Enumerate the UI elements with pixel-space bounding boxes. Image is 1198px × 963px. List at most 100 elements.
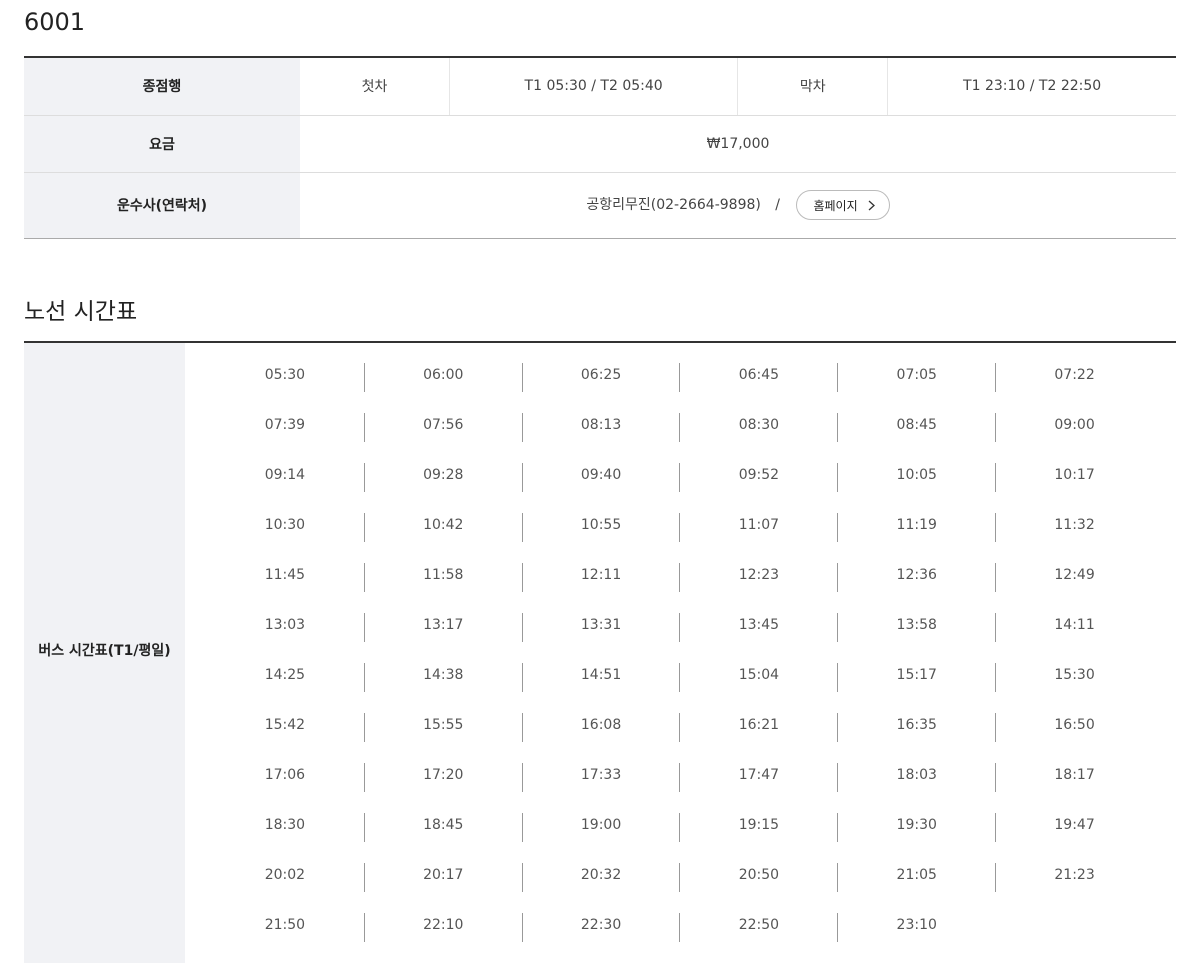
- departure-time: 14:51: [521, 663, 680, 692]
- departure-time: 20:02: [264, 867, 306, 883]
- timetable-grid: 05:30 06:00 06:25 06:45 07:05 07:22 07:39 07:56…: [206, 363, 1153, 963]
- timetable-row: 15:42 15:55 16:08 16:21 16:35 16:50: [206, 713, 1153, 763]
- departure-time: 11:07: [679, 513, 837, 542]
- departure-time: 18:17: [995, 763, 1153, 792]
- departure-time: 17:47: [679, 763, 837, 792]
- departure-time: 19:15: [679, 813, 837, 842]
- departure-time: 08:13: [521, 413, 680, 442]
- last-bus-time: T1 23:10 / T2 22:50: [887, 57, 1176, 116]
- timetable-header: 버스 시간표(T1/평일): [24, 343, 185, 963]
- departure-time: 10:55: [521, 513, 680, 542]
- section-title: 노선 시간표: [24, 299, 138, 325]
- departure-time: 22:30: [521, 913, 680, 942]
- departure-time: 20:50: [679, 863, 837, 892]
- departure-time: 07:05: [837, 363, 995, 392]
- timetable-row: 05:30 06:00 06:25 06:45 07:05 07:22: [206, 363, 1153, 413]
- departure-time: 08:30: [679, 413, 837, 442]
- departure-time: 21:50: [264, 917, 306, 933]
- departure-time: 10:05: [837, 463, 995, 492]
- homepage-button[interactable]: 홈페이지: [796, 190, 890, 220]
- departure-time: 11:58: [363, 563, 522, 592]
- departure-time: 15:17: [837, 663, 995, 692]
- departure-time: 20:17: [363, 863, 522, 892]
- departure-time: 17:33: [521, 763, 680, 792]
- operator-row: 운수사(연락처) 공항리무진(02-2664-9898) / 홈페이지: [24, 172, 1176, 239]
- departure-time: 12:36: [837, 563, 995, 592]
- first-bus-label: 첫차: [300, 57, 450, 116]
- timetable-header-label: 버스 시간표(T1/평일): [38, 643, 171, 659]
- departure-time: 09:40: [521, 463, 680, 492]
- fare-row: 요금 ₩17,000: [24, 115, 1176, 173]
- departure-time: 16:21: [679, 713, 837, 742]
- departure-time: 06:25: [521, 363, 680, 392]
- departure-time: 16:35: [837, 713, 995, 742]
- departure-time: 15:42: [264, 717, 306, 733]
- route-number: 6001: [24, 8, 86, 36]
- timetable: 버스 시간표(T1/평일) 05:30 06:00 06:25 06:45 07:05 0…: [24, 341, 1176, 963]
- terminal-row: 종점행 첫차 T1 05:30 / T2 05:40 막차 T1 23:10 /…: [24, 57, 1176, 116]
- departure-time: 10:30: [264, 517, 306, 533]
- chevron-right-icon: [868, 200, 875, 210]
- departure-time: 19:30: [837, 813, 995, 842]
- departure-time: 11:32: [995, 513, 1153, 542]
- timetable-row: 10:30 10:42 10:55 11:07 11:19 11:32: [206, 513, 1153, 563]
- departure-time: 08:45: [837, 413, 995, 442]
- departure-time: 12:11: [521, 563, 680, 592]
- departure-time: 13:31: [521, 613, 680, 642]
- departure-time: 21:23: [995, 863, 1153, 892]
- timetable-row: 20:02 20:17 20:32 20:50 21:05 21:23: [206, 863, 1153, 913]
- operator-cell: 공항리무진(02-2664-9898) / 홈페이지: [300, 172, 1176, 239]
- departure-time: 05:30: [264, 367, 306, 383]
- fare-label: 요금: [24, 115, 300, 173]
- departure-time: 11:19: [837, 513, 995, 542]
- departure-time: 16:08: [521, 713, 680, 742]
- departure-time: 09:14: [264, 467, 306, 483]
- departure-time: 09:52: [679, 463, 837, 492]
- departure-time: 22:10: [363, 913, 522, 942]
- departure-time: 22:50: [679, 913, 837, 942]
- departure-time: 20:32: [521, 863, 680, 892]
- departure-time: 10:17: [995, 463, 1153, 492]
- departure-time: 06:45: [679, 363, 837, 392]
- departure-time: 19:00: [521, 813, 680, 842]
- departure-time: 12:23: [679, 563, 837, 592]
- departure-time: 11:45: [264, 567, 306, 583]
- departure-time: 15:55: [363, 713, 522, 742]
- route-info-table: 종점행 첫차 T1 05:30 / T2 05:40 막차 T1 23:10 /…: [24, 56, 1176, 239]
- departure-time: 15:04: [679, 663, 837, 692]
- departure-time: 19:47: [995, 813, 1153, 842]
- departure-time: 18:03: [837, 763, 995, 792]
- departure-time: 13:17: [363, 613, 522, 642]
- timetable-row: 14:25 14:38 14:51 15:04 15:17 15:30: [206, 663, 1153, 713]
- departure-time: 18:45: [363, 813, 522, 842]
- timetable-row: 09:14 09:28 09:40 09:52 10:05 10:17: [206, 463, 1153, 513]
- operator-separator: /: [775, 197, 781, 213]
- departure-time: 09:00: [995, 413, 1153, 442]
- timetable-row: 18:30 18:45 19:00 19:15 19:30 19:47: [206, 813, 1153, 863]
- departure-time: 07:22: [995, 363, 1153, 392]
- fare-value: ₩17,000: [300, 115, 1176, 173]
- departure-time: 14:11: [995, 613, 1153, 642]
- departure-time: 09:28: [363, 463, 522, 492]
- homepage-button-label: 홈페이지: [813, 198, 858, 213]
- departure-time: 17:06: [264, 767, 306, 783]
- departure-time: 07:56: [363, 413, 522, 442]
- departure-time: 13:03: [264, 617, 306, 633]
- departure-time: 12:49: [995, 563, 1153, 592]
- last-bus-label: 막차: [737, 57, 889, 116]
- timetable-row: 13:03 13:17 13:31 13:45 13:58 14:11: [206, 613, 1153, 663]
- departure-time: 17:20: [363, 763, 522, 792]
- departure-time: 14:38: [363, 663, 522, 692]
- departure-time: 07:39: [264, 417, 306, 433]
- departure-time: 16:50: [995, 713, 1153, 742]
- empty-cell: [995, 913, 1153, 942]
- operator-label: 운수사(연락처): [24, 172, 300, 239]
- operator-value: 공항리무진(02-2664-9898): [586, 197, 761, 213]
- terminal-label: 종점행: [24, 57, 300, 116]
- departure-time: 14:25: [264, 667, 306, 683]
- departure-time: 21:05: [837, 863, 995, 892]
- timetable-row: 17:06 17:20 17:33 17:47 18:03 18:17: [206, 763, 1153, 813]
- departure-time: 06:00: [363, 363, 522, 392]
- departure-time: 23:10: [837, 913, 995, 942]
- first-bus-time: T1 05:30 / T2 05:40: [449, 57, 739, 116]
